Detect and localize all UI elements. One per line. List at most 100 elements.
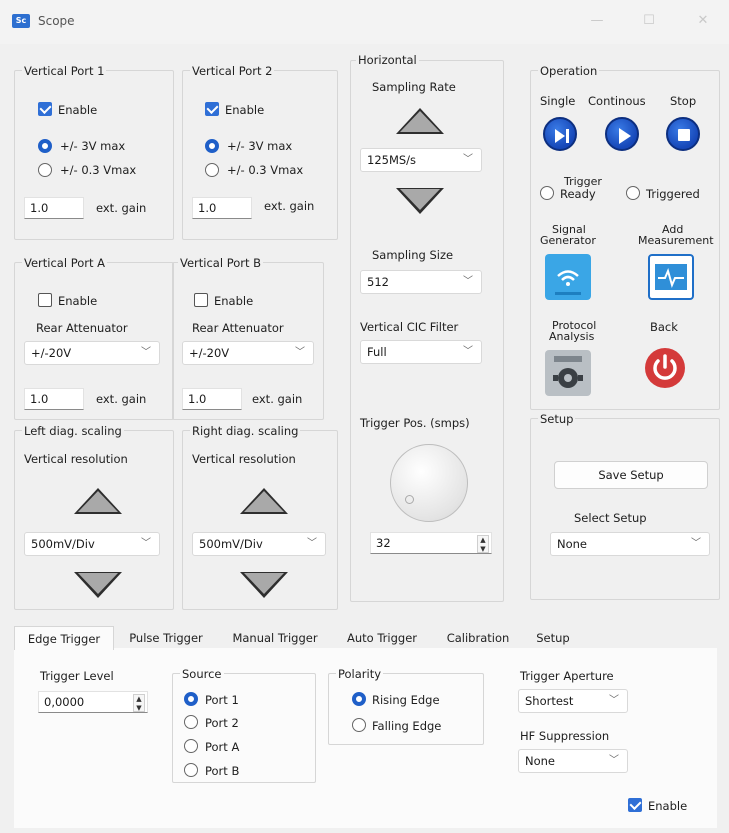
portb-gain-input[interactable]: 1.0 [182,388,242,410]
source-porta-radio[interactable] [184,739,198,753]
right-res-down-arrow-icon[interactable] [240,572,288,598]
wifi-signal-icon [555,270,581,295]
trigger-pos-spinbox[interactable]: 32 ▲ ▼ [370,532,492,554]
power-icon [645,348,685,388]
right-res-label: Vertical resolution [192,452,296,466]
trigger-ready-radio [540,186,554,200]
maximize-icon[interactable]: ☐ [634,10,664,32]
select-setup-dropdown[interactable]: None ﹀ [550,532,710,556]
port1-3v-label: +/- 3V max [60,139,126,153]
continuous-label: Continous [588,94,646,108]
portb-enable-checkbox[interactable] [194,293,208,307]
tab-setup[interactable]: Setup [526,626,580,650]
source-port2-label: Port 2 [205,716,239,730]
edge-enable-label: Enable [648,799,688,813]
port2-3v-radio[interactable] [205,139,219,153]
close-icon[interactable]: ✕ [688,10,718,32]
stop-label: Stop [670,94,697,108]
trigger-level-spinbox[interactable]: 0,0000 ▲ ▼ [38,691,148,713]
triggered-radio [626,186,640,200]
operation-title: Operation [538,64,600,78]
spin-arrows-icon[interactable]: ▲ ▼ [477,535,489,553]
port2-03v-radio[interactable] [205,163,219,177]
chevron-down-icon: ﹀ [141,347,151,358]
tab-calibration[interactable]: Calibration [436,626,520,650]
source-port2-radio[interactable] [184,715,198,729]
port2-enable-checkbox[interactable] [205,102,219,116]
chevron-down-icon: ﹀ [295,347,305,358]
portb-gain-label: ext. gain [252,392,303,406]
signal-generator-button[interactable] [545,254,591,300]
edge-enable-checkbox[interactable] [628,798,642,812]
falling-edge-radio[interactable] [352,718,366,732]
portb-rear-select[interactable]: +/-20V ﹀ [182,341,314,365]
left-res-select[interactable]: 500mV/Div ﹀ [24,532,160,556]
add-measurement-button[interactable] [648,254,694,300]
rising-edge-label: Rising Edge [372,693,440,707]
sampling-rate-up-arrow-icon[interactable] [396,108,444,134]
source-port1-radio[interactable] [184,692,198,706]
tab-pulse-trigger[interactable]: Pulse Trigger [116,626,216,650]
single-run-button[interactable] [543,117,577,151]
select-setup-label: Select Setup [574,511,647,525]
sampling-size-label: Sampling Size [372,248,454,262]
trigger-aperture-label: Trigger Aperture [520,669,614,683]
trigger-aperture-value: Shortest [525,694,574,708]
tab-edge-trigger[interactable]: Edge Trigger [14,626,114,650]
port1-gain-input[interactable]: 1.0 [24,197,84,219]
port2-gain-input[interactable]: 1.0 [192,197,252,219]
source-portb-radio[interactable] [184,763,198,777]
right-res-select[interactable]: 500mV/Div ﹀ [192,532,326,556]
source-title: Source [180,667,224,681]
sampling-rate-select[interactable]: 125MS/s ﹀ [360,148,482,172]
porta-enable-checkbox[interactable] [38,293,52,307]
porta-rear-value: +/-20V [31,346,72,360]
title-bar [0,0,729,44]
portb-enable-label: Enable [214,294,254,308]
rising-edge-radio[interactable] [352,692,366,706]
setup-title: Setup [538,412,576,426]
porta-gain-input[interactable]: 1.0 [24,388,84,410]
back-power-button[interactable] [642,345,688,391]
signal-gen-label-2: Generator [540,234,596,247]
back-label: Back [650,320,678,334]
stop-button[interactable] [666,117,700,151]
step-play-icon [555,129,569,143]
sampling-size-value: 512 [367,275,389,289]
protocol-label-2: Analysis [549,330,595,343]
port1-enable-checkbox[interactable] [38,102,52,116]
source-portb-label: Port B [205,764,240,778]
port1-3v-radio[interactable] [38,139,52,153]
chip-gear-icon [553,356,583,388]
chevron-down-icon: ﹀ [141,538,151,549]
cic-filter-select[interactable]: Full ﹀ [360,340,482,364]
minimize-icon[interactable]: — [582,10,612,32]
sampling-rate-label: Sampling Rate [372,80,456,94]
tab-auto-trigger[interactable]: Auto Trigger [336,626,428,650]
left-res-down-arrow-icon[interactable] [74,572,122,598]
port2-enable-label: Enable [225,103,265,117]
port1-enable-label: Enable [58,103,98,117]
continuous-run-button[interactable] [605,117,639,151]
sampling-size-select[interactable]: 512 ﹀ [360,270,482,294]
single-label: Single [540,94,576,108]
vertical-port-a-title: Vertical Port A [22,256,108,270]
left-res-up-arrow-icon[interactable] [74,488,122,514]
hf-suppression-label: HF Suppression [520,729,610,743]
port1-03v-radio[interactable] [38,163,52,177]
tab-manual-trigger[interactable]: Manual Trigger [222,626,328,650]
porta-rear-select[interactable]: +/-20V ﹀ [24,341,160,365]
hf-suppression-select[interactable]: None ﹀ [518,749,628,773]
trigger-ready-label-top: Trigger [564,175,602,188]
trigger-aperture-select[interactable]: Shortest ﹀ [518,689,628,713]
add-meas-label-2: Measurement [638,234,714,247]
portb-rear-value: +/-20V [189,346,230,360]
trigger-pos-knob[interactable] [390,444,468,522]
sampling-rate-down-arrow-icon[interactable] [396,188,444,214]
right-res-up-arrow-icon[interactable] [240,488,288,514]
port2-03v-label: +/- 0.3 Vmax [227,163,304,177]
save-setup-button[interactable]: Save Setup [554,461,708,489]
protocol-analysis-button[interactable] [545,350,591,396]
porta-gain-label: ext. gain [96,392,147,406]
spin-arrows-icon[interactable]: ▲ ▼ [133,694,145,712]
